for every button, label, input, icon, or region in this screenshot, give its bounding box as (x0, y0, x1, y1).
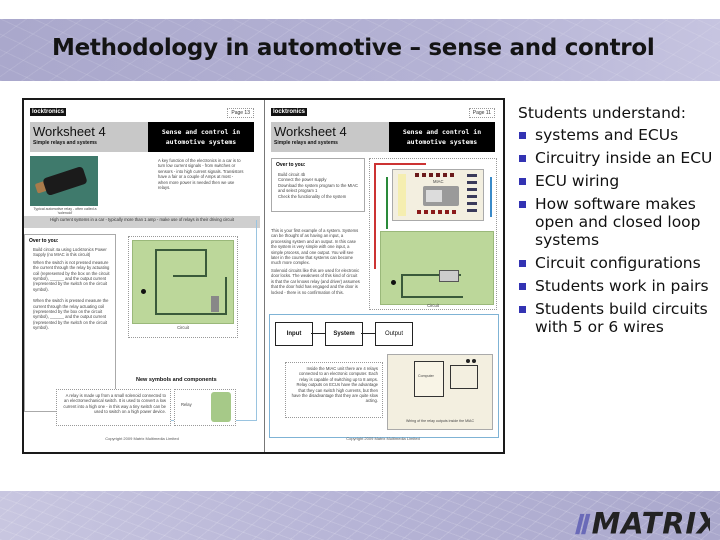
bullet-text: systems and ECUs (535, 126, 679, 144)
relay-body (42, 165, 88, 197)
relay-description: A relay is made up from a small solenoid… (63, 393, 166, 415)
flow-output: Output (375, 322, 413, 346)
copyright-text: Copyright 2009 Matrix Multimedia Limited (346, 436, 420, 441)
over-to-you-box: Over to you: Build circuit 4a using Lock… (24, 234, 116, 412)
bullet-item: How software makes open and closed loop … (518, 195, 718, 249)
over-to-you-box: Over to you: Build circuit 4b Connect th… (271, 158, 365, 212)
miac-display (423, 186, 459, 206)
bullet-text: Circuitry inside an ECU (535, 149, 713, 167)
matrix-logo-text: MATRIX (592, 506, 710, 536)
bullet-item: Circuit configurations (518, 254, 718, 272)
brand-label: locktronics (30, 108, 67, 116)
yellow-terminals (398, 174, 406, 216)
bullet-list: Students understand: systems and ECUs Ci… (518, 104, 718, 341)
top-terminals (415, 173, 455, 177)
over-to-you-heading: Over to you: (29, 238, 59, 244)
relay-label: Relay (181, 402, 192, 407)
body-text-2: Solenoid circuits like this are used for… (271, 268, 360, 295)
copyright-text: Copyright 2009 Matrix Multimedia Limited (105, 436, 179, 441)
body-text-1: This is your first example of a system. … (271, 228, 359, 266)
worksheet-page-left: locktronics Page 13 Worksheet 4 Simple r… (24, 100, 260, 452)
bullet-item: Circuitry inside an ECU (518, 149, 718, 167)
worksheet-subtitle: Simple relays and systems (274, 140, 338, 146)
page-number: Page 13 (227, 108, 254, 118)
arrow-icon (361, 333, 375, 334)
miac-circuit-box: MIAC Circuit (369, 158, 497, 310)
bullet-item: ECU wiring (518, 172, 718, 190)
bullet-square-icon (519, 201, 526, 208)
red-wire (374, 163, 376, 269)
matrix-logo: MATRIX (575, 506, 710, 536)
diagram-caption: Circuit (427, 303, 439, 308)
worksheet-subtitle: Simple relays and systems (33, 140, 97, 146)
bullet-lead: Students understand: (518, 104, 686, 122)
output-terminals (467, 174, 477, 216)
bullet-text: Circuit configurations (535, 254, 701, 272)
red-terminals (417, 210, 457, 214)
worksheet-title: Worksheet 4 (33, 124, 106, 139)
slide-title: Methodology in automotive – sense and co… (52, 35, 655, 61)
wiring-caption: Wiring of the relay outputs inside the M… (405, 419, 475, 423)
relay-description-box: Inside the MIAC unit there are 4 relays … (285, 362, 383, 418)
flow-system: System (325, 322, 363, 346)
worksheet-title: Worksheet 4 (274, 124, 347, 139)
relay-wiring-diagram: Computer Wiring of the relay outputs ins… (387, 354, 493, 430)
worksheet-page-right: locktronics Page 11 Worksheet 4 Simple r… (264, 100, 501, 452)
over-to-you-heading: Over to you: (276, 162, 306, 168)
bullet-text: ECU wiring (535, 172, 620, 190)
new-symbols-heading: New symbols and components (136, 377, 217, 383)
bullet-item: Students work in pairs (518, 277, 718, 295)
computer-label: Computer (418, 374, 434, 378)
bullet-text: Students build circuits with 5 or 6 wire… (535, 300, 708, 336)
terminal-icon (472, 359, 476, 363)
bullet-text: How software makes open and closed loop … (535, 195, 701, 249)
terminal-icon (466, 359, 470, 363)
photo-caption: Typical automotive relay - often called … (33, 207, 97, 215)
blue-wire (490, 177, 492, 217)
bullet-square-icon (519, 155, 526, 162)
bullet-text: Students work in pairs (535, 277, 709, 295)
bullet-square-icon (519, 260, 526, 267)
arrow-icon (311, 333, 325, 334)
brand-label: locktronics (271, 108, 308, 116)
green-wire (386, 177, 388, 229)
step-2: When the switch is not pressed measure t… (33, 259, 110, 292)
relay-description-box: A relay is made up from a small solenoid… (56, 389, 171, 426)
step-3: When the switch is pressed measure the c… (33, 298, 109, 331)
computer-block: Computer (414, 361, 444, 397)
bullet-item: systems and ECUs (518, 126, 718, 144)
solenoid-icon (439, 270, 459, 282)
worksheet-image: locktronics Page 13 Worksheet 4 Simple r… (22, 98, 505, 454)
step-4: Check the functionality of the system (278, 193, 347, 199)
step-1: Build circuit 4a using Locktronics Power… (33, 247, 107, 258)
bullet-square-icon (519, 178, 526, 185)
relay-contact (450, 365, 478, 389)
flow-input: Input (275, 322, 313, 346)
miac-unit: MIAC (392, 169, 484, 221)
relay-symbol-box: Relay (174, 389, 236, 426)
circuit-board (380, 231, 494, 305)
bullet-square-icon (519, 306, 526, 313)
worksheet-topic: Sense and control in automotive systems (148, 122, 254, 152)
relay-photo (30, 156, 98, 206)
intro-text: A key function of the electronics in a c… (158, 158, 244, 191)
bullet-square-icon (519, 132, 526, 139)
bullet-item: Students build circuits with 5 or 6 wire… (518, 300, 718, 336)
miac-label: MIAC (433, 179, 444, 184)
worksheet-topic: Sense and control in automotive systems (389, 122, 495, 152)
page-number: Page 11 (468, 108, 495, 118)
worksheet-header: Worksheet 4 Simple relays and systems (30, 122, 148, 152)
bullet-square-icon (519, 283, 526, 290)
relay-symbol-icon (211, 392, 231, 422)
switch-icon (391, 280, 396, 285)
worksheet-header: Worksheet 4 Simple relays and systems (271, 122, 389, 152)
relay-description: Inside the MIAC unit there are 4 relays … (291, 366, 378, 404)
step-3: Download the system program to the MIAC … (278, 182, 359, 194)
